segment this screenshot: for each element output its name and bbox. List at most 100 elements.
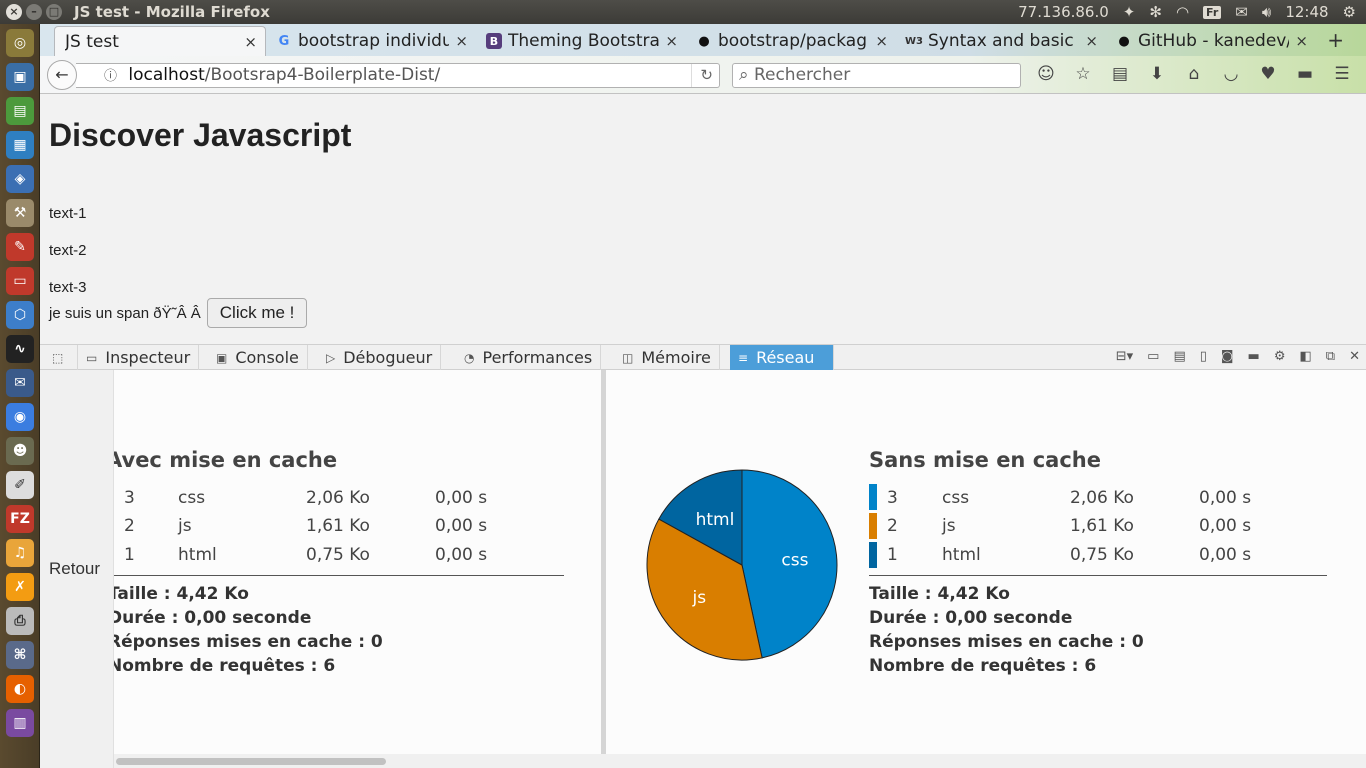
network-statistics-panel: Retour Avec mise en cache 3 css 2,06 Ko … [40, 370, 1366, 768]
scratchpad-icon[interactable]: ▭ [1147, 349, 1159, 364]
tab-inspecteur[interactable]: ▭ Inspecteur [78, 345, 200, 370]
tab-reseau[interactable]: ≡ Réseau [730, 345, 834, 370]
debugger-icon: ▷ [326, 350, 336, 365]
ubuntu-dash-icon[interactable]: ◎ [6, 29, 34, 57]
close-icon[interactable]: ✕ [1349, 349, 1360, 364]
dropbox-icon[interactable]: ✦ [1123, 3, 1136, 21]
close-icon[interactable]: × [1295, 32, 1308, 50]
network-icon: ≡ [738, 350, 749, 365]
info-icon[interactable]: ⓘ [104, 69, 117, 84]
row-type: js [178, 516, 192, 536]
clock[interactable]: 12:48 [1285, 3, 1328, 21]
with-cache-panel: Avec mise en cache 3 css 2,06 Ko 0,00 s … [114, 370, 601, 754]
bookmark-star-icon[interactable]: ☆ [1071, 64, 1095, 84]
files-app-icon[interactable]: ▥ [6, 709, 34, 737]
text-3: text-3 [49, 279, 87, 296]
office-app-icon[interactable]: ✗ [6, 573, 34, 601]
tab-js-test[interactable]: JS test × [54, 26, 266, 56]
row-type: css [178, 488, 206, 508]
printer-app-icon[interactable]: ⎙ [6, 607, 34, 635]
table-row: 3 css 2,06 Ko 0,00 s [869, 488, 1349, 510]
home-icon[interactable]: ⌂ [1182, 64, 1206, 84]
tab-console[interactable]: ▣ Console [208, 345, 308, 370]
system-monitor-icon[interactable]: ∿ [6, 335, 34, 363]
row-size: 1,61 Ko [306, 516, 370, 536]
back-button[interactable]: ← [47, 60, 77, 90]
settings-gear-icon[interactable]: ✻ [1149, 3, 1162, 21]
close-window-button[interactable]: × [6, 4, 22, 20]
extension-icon[interactable]: ☺ [1034, 64, 1058, 84]
row-time: 0,00 s [435, 488, 488, 508]
volume-icon[interactable]: 🔊︎ [1262, 3, 1271, 21]
minimize-window-button[interactable]: – [26, 4, 42, 20]
cached-responses-stat: Réponses mises en cache : 0 [114, 632, 383, 652]
tab-performances[interactable]: ◔ Performances [456, 345, 602, 370]
virtualbox-icon[interactable]: ◈ [6, 165, 34, 193]
search-icon: ⌕ [739, 65, 749, 85]
spreadsheet-app-icon[interactable]: ▤ [6, 97, 34, 125]
element-picker-icon[interactable]: ⬚ [40, 345, 78, 370]
row-time: 0,00 s [1199, 516, 1252, 536]
grid-app-icon[interactable]: ▦ [6, 131, 34, 159]
text-editor-icon[interactable]: ✐ [6, 471, 34, 499]
reading-list-icon[interactable]: ▤ [1108, 64, 1132, 84]
retour-button[interactable]: Retour [49, 559, 100, 579]
menu-icon[interactable]: ☰ [1330, 64, 1354, 84]
download-icon[interactable]: ⬇ [1145, 64, 1169, 84]
search-input[interactable]: ⌕ Rechercher [732, 63, 1021, 88]
gimp-icon[interactable]: ☻ [6, 437, 34, 465]
horizontal-scrollbar[interactable] [114, 754, 1366, 768]
split-console-icon[interactable]: ⊟▾ [1116, 349, 1133, 364]
new-tab-plus-icon[interactable]: + [1327, 28, 1344, 52]
wifi-icon[interactable]: ◠ [1176, 3, 1189, 21]
chromium-icon[interactable]: ◉ [6, 403, 34, 431]
power-gear-icon[interactable]: ⚙ [1343, 3, 1356, 21]
separate-window-icon[interactable]: ⧉ [1326, 349, 1335, 364]
heart-icon[interactable]: ♥ [1256, 64, 1280, 84]
tab-memoire[interactable]: ◫ Mémoire [614, 345, 720, 370]
filezilla-icon[interactable]: FZ [6, 505, 34, 533]
terminal-app-icon[interactable]: ▣ [6, 63, 34, 91]
keyboard-layout-indicator[interactable]: Fr [1203, 5, 1222, 19]
close-icon[interactable]: × [455, 32, 468, 50]
ruler-icon[interactable]: ▬ [1248, 349, 1260, 364]
url-bar[interactable]: ⓘ localhost/Bootsrap4-Boilerplate-Dist/ … [76, 63, 720, 88]
firefox-icon[interactable]: ◐ [6, 675, 34, 703]
devtools-toolbar: ⬚ ▭ Inspecteur ▣ Console ▷ Débogueur ◔ Perfo… [40, 344, 1366, 370]
settings-app-icon[interactable]: ✎ [6, 233, 34, 261]
pocket-icon[interactable]: ◡ [1219, 64, 1243, 84]
dock-side-icon[interactable]: ◧ [1300, 349, 1312, 364]
row-type: html [178, 545, 217, 565]
responsive-icon[interactable]: ▯ [1200, 349, 1207, 364]
network-app-icon[interactable]: ⌘ [6, 641, 34, 669]
reload-icon[interactable]: ↻ [691, 64, 713, 87]
tab-debogueur[interactable]: ▷ Débogueur [318, 345, 442, 370]
tab-theming-bootstrap[interactable]: B Theming Bootstra × [476, 26, 686, 56]
thunderbird-icon[interactable]: ✉ [6, 369, 34, 397]
close-icon[interactable]: × [244, 33, 257, 51]
tab-syntax-basic[interactable]: W3 Syntax and basic d × [896, 26, 1106, 56]
notes-icon[interactable]: ▤ [1173, 349, 1185, 364]
tool-app-icon[interactable]: ⚒ [6, 199, 34, 227]
close-icon[interactable]: × [1085, 32, 1098, 50]
table-row: 1 html 0,75 Ko 0,00 s [114, 545, 601, 567]
cube-app-icon[interactable]: ⬡ [6, 301, 34, 329]
scrollbar-thumb[interactable] [116, 758, 386, 765]
screenshot-icon[interactable]: ◙ [1221, 349, 1234, 364]
notes-app-icon[interactable]: ♫ [6, 539, 34, 567]
click-me-button[interactable]: Click me ! [206, 298, 308, 328]
archive-app-icon[interactable]: ▭ [6, 267, 34, 295]
maximize-window-button[interactable]: □ [46, 4, 62, 20]
row-time: 0,00 s [1199, 488, 1252, 508]
tab-bootstrap-individu[interactable]: G bootstrap individu × [266, 26, 476, 56]
settings-icon[interactable]: ⚙ [1274, 349, 1286, 364]
close-icon[interactable]: × [875, 32, 888, 50]
tab-label: Console [235, 348, 299, 367]
mail-icon[interactable]: ✉ [1235, 3, 1248, 21]
tab-github-kanedev[interactable]: ● GitHub - kanedev/ × [1106, 26, 1316, 56]
table-row: 2 js 1,61 Ko 0,00 s [114, 516, 601, 538]
tab-bootstrap-package[interactable]: ● bootstrap/packag × [686, 26, 896, 56]
developer-icon[interactable]: ▬ [1293, 64, 1317, 84]
close-icon[interactable]: × [665, 32, 678, 50]
back-arrow-icon: ← [55, 65, 69, 84]
